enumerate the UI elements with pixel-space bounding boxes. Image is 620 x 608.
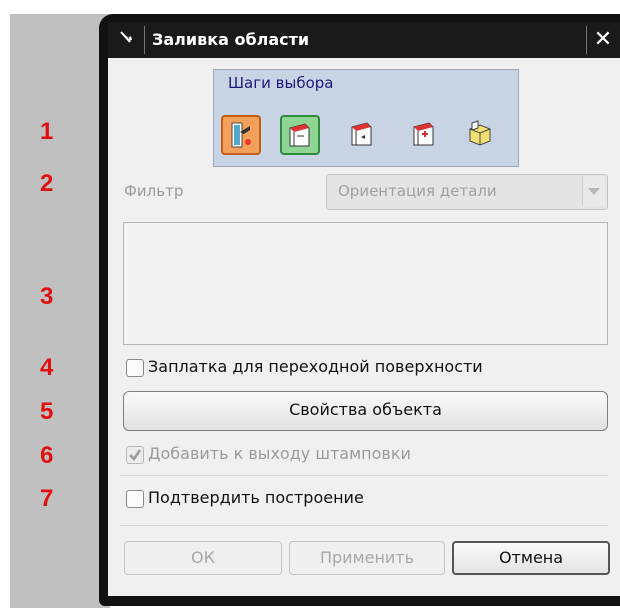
close-icon[interactable]: ✕ bbox=[588, 26, 618, 54]
confirm-build-checkbox[interactable] bbox=[126, 490, 144, 508]
title-separator bbox=[144, 26, 145, 54]
solid-body-icon[interactable] bbox=[460, 115, 498, 153]
dialog-bottom-border bbox=[108, 596, 620, 606]
filter-label: Фильтр bbox=[124, 182, 184, 200]
add-to-stamp-label: Добавить к выходу штамповки bbox=[148, 444, 411, 463]
window-title: Заливка области bbox=[152, 30, 310, 49]
region-seed-icon[interactable] bbox=[221, 115, 261, 155]
pin-icon[interactable] bbox=[118, 28, 136, 50]
confirm-build-label: Подтвердить построение bbox=[148, 488, 364, 507]
divider bbox=[120, 475, 608, 476]
row-number-1: 1 bbox=[40, 118, 54, 145]
selection-steps-label: Шаги выбора bbox=[228, 74, 334, 92]
face-arrow-icon[interactable] bbox=[343, 115, 381, 153]
cancel-button[interactable]: Отмена bbox=[452, 541, 610, 575]
object-properties-label: Свойства объекта bbox=[289, 400, 442, 419]
divider bbox=[120, 525, 608, 526]
face-plus-icon[interactable] bbox=[405, 115, 443, 153]
ok-button[interactable]: ОК bbox=[124, 541, 282, 575]
filter-value: Ориентация детали bbox=[338, 182, 497, 200]
patch-blend-checkbox[interactable] bbox=[126, 359, 144, 377]
chevron-down-icon[interactable] bbox=[582, 176, 605, 206]
checkmark-icon bbox=[129, 449, 142, 461]
row-number-6: 6 bbox=[40, 442, 54, 469]
row-number-3: 3 bbox=[40, 283, 54, 310]
side-strip bbox=[10, 14, 110, 608]
row-number-2: 2 bbox=[40, 170, 54, 197]
add-to-stamp-checkbox[interactable] bbox=[126, 446, 144, 464]
patch-blend-label: Заплатка для переходной поверхности bbox=[148, 357, 483, 376]
row-number-5: 5 bbox=[40, 398, 54, 425]
apply-button[interactable]: Применить bbox=[289, 541, 445, 575]
row-number-7: 7 bbox=[40, 485, 54, 512]
boundary-face-icon[interactable] bbox=[280, 115, 320, 155]
row-number-4: 4 bbox=[40, 354, 54, 381]
close-separator bbox=[586, 26, 587, 54]
selection-list[interactable] bbox=[123, 222, 608, 345]
